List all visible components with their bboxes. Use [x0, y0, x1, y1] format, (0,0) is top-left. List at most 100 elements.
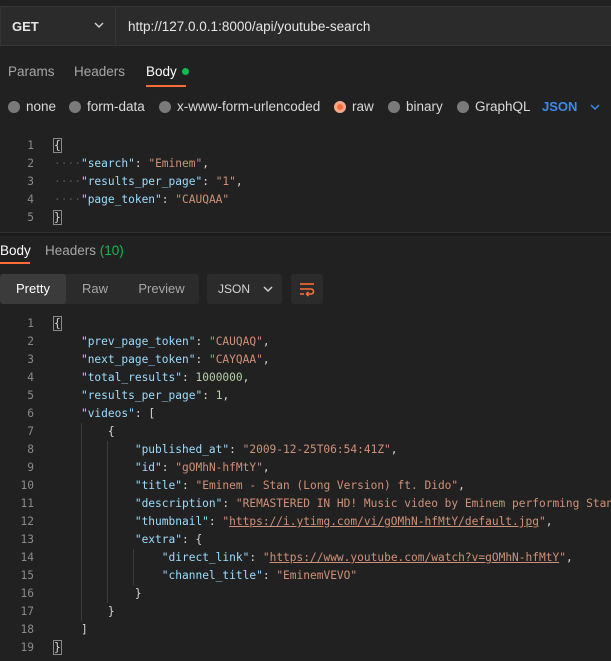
json-key: "id" [134, 461, 162, 474]
json-key: "results_per_page" [80, 389, 203, 402]
tab-body[interactable]: Body [146, 64, 189, 79]
line-number: 16 [20, 587, 34, 600]
url-input[interactable]: http://127.0.0.1:8000/api/youtube-search [115, 6, 611, 46]
json-key: "title" [134, 479, 182, 492]
request-body-editor[interactable]: 1{ 2 ····"search": "Eminem", 3 ····"result… [0, 137, 611, 227]
preview-button[interactable]: Preview [124, 274, 199, 304]
line-number: 17 [20, 605, 34, 618]
response-toolbar: Pretty Raw Preview JSON [0, 274, 611, 306]
line-number: 6 [27, 407, 34, 420]
pretty-button[interactable]: Pretty [0, 274, 66, 304]
json-key: "next_page_token" [80, 353, 196, 366]
wrap-lines-button[interactable] [291, 274, 323, 304]
radio-label: binary [406, 99, 443, 114]
json-value: "Eminem - Stan (Long Version) ft. Dido" [195, 479, 459, 492]
json-value: "REMASTERED IN HD! Music video by Eminem… [235, 497, 611, 510]
code-line: 1{ [0, 315, 611, 333]
line-number: 5 [27, 211, 34, 224]
radio-label: raw [352, 99, 374, 114]
radio-x-www-form-urlencoded[interactable]: x-www-form-urlencoded [159, 99, 320, 114]
tab-params[interactable]: Params [8, 64, 55, 79]
code-line: 9 "id": "gOMhN-hfMtY", [0, 459, 611, 477]
line-number: 4 [27, 371, 34, 384]
code-line: 8 "published_at": "2009-12-25T06:54:41Z"… [0, 441, 611, 459]
radio-none[interactable]: none [8, 99, 56, 114]
chevron-down-icon [94, 22, 104, 29]
line-number: 10 [20, 479, 34, 492]
line-number: 11 [20, 497, 34, 510]
response-format-select[interactable]: JSON [207, 274, 282, 304]
chevron-down-icon [590, 103, 600, 110]
direct-link[interactable]: https://www.youtube.com/watch?v=gOMhN-hf… [270, 551, 560, 564]
code-line: 15 "channel_title": "EminemVEVO" [0, 567, 611, 585]
tab-response-headers[interactable]: Headers (10) [45, 243, 124, 258]
line-number: 14 [20, 551, 34, 564]
json-value: "CAUQAA" [175, 193, 230, 206]
json-key: "channel_title" [161, 569, 263, 582]
line-number: 13 [20, 533, 34, 546]
radio-form-data[interactable]: form-data [69, 99, 145, 114]
body-type-radios: none form-data x-www-form-urlencoded raw… [0, 94, 611, 120]
url-bar: GET http://127.0.0.1:8000/api/youtube-se… [0, 0, 611, 50]
tab-body-label: Body [146, 64, 177, 79]
json-key: "description" [134, 497, 223, 510]
body-format-select[interactable]: JSON [542, 99, 601, 114]
code-line: 13 "extra": { [0, 531, 611, 549]
json-value: "gOMhN-hfMtY" [175, 461, 263, 474]
code-line: 17 } [0, 603, 611, 621]
json-key: "total_results" [80, 371, 182, 384]
line-number: 5 [27, 389, 34, 402]
line-number: 19 [20, 641, 34, 654]
view-mode-segmented: Pretty Raw Preview [0, 274, 199, 304]
code-line: 19} [0, 639, 611, 657]
code-line: 10 "title": "Eminem - Stan (Long Version… [0, 477, 611, 495]
json-key: "page_token" [80, 193, 162, 206]
response-format-label: JSON [218, 282, 251, 296]
json-value: "CAUQAQ" [208, 335, 263, 348]
method-label: GET [12, 18, 39, 34]
json-value: 1000000 [195, 371, 243, 384]
radio-binary[interactable]: binary [388, 99, 443, 114]
json-value: "EminemVEVO" [276, 569, 358, 582]
json-key: "results_per_page" [80, 175, 203, 188]
method-select[interactable]: GET [0, 6, 115, 46]
radio-label: x-www-form-urlencoded [177, 99, 321, 114]
wrap-lines-icon [300, 283, 315, 297]
radio-label: form-data [87, 99, 145, 114]
radio-label: GraphQL [475, 99, 531, 114]
code-line: 6 "videos": [ [0, 405, 611, 423]
code-line: 14 "direct_link": "https://www.youtube.c… [0, 549, 611, 567]
line-number: 8 [27, 443, 34, 456]
thumbnail-link[interactable]: https://i.ytimg.com/vi/gOMhN-hfMtY/defau… [229, 515, 539, 528]
json-key: "direct_link" [161, 551, 250, 564]
tab-headers[interactable]: Headers [74, 64, 125, 79]
body-status-dot-icon [181, 68, 189, 75]
code-line: 2 "prev_page_token": "CAUQAQ", [0, 333, 611, 351]
tab-active-indicator [0, 262, 30, 264]
request-tabs: Params Headers Body [0, 58, 611, 90]
code-line: 2 ····"search": "Eminem", [0, 155, 611, 173]
chevron-down-icon [263, 286, 273, 293]
line-number: 1 [27, 139, 34, 152]
json-value: "2009-12-25T06:54:41Z" [242, 443, 391, 456]
json-key: "search" [80, 157, 135, 170]
radio-graphql[interactable]: GraphQL [457, 99, 531, 114]
json-key: "published_at" [134, 443, 230, 456]
body-format-label: JSON [542, 99, 578, 114]
json-key: "thumbnail" [134, 515, 209, 528]
radio-circle-icon [159, 100, 171, 113]
pane-divider[interactable] [0, 232, 611, 236]
code-line: 5 "results_per_page": 1, [0, 387, 611, 405]
line-number: 1 [27, 317, 34, 330]
line-number: 9 [27, 461, 34, 474]
radio-raw[interactable]: raw [334, 99, 374, 114]
tab-response-body[interactable]: Body [0, 243, 31, 258]
raw-button[interactable]: Raw [66, 274, 124, 304]
line-number: 3 [27, 353, 34, 366]
code-line: 16 } [0, 585, 611, 603]
radio-selected-icon [334, 100, 346, 113]
radio-circle-icon [388, 100, 400, 113]
response-body-viewer[interactable]: 1{ 2 "prev_page_token": "CAUQAQ", 3 "nex… [0, 315, 611, 657]
tab-active-indicator [146, 85, 186, 87]
line-number: 2 [27, 335, 34, 348]
